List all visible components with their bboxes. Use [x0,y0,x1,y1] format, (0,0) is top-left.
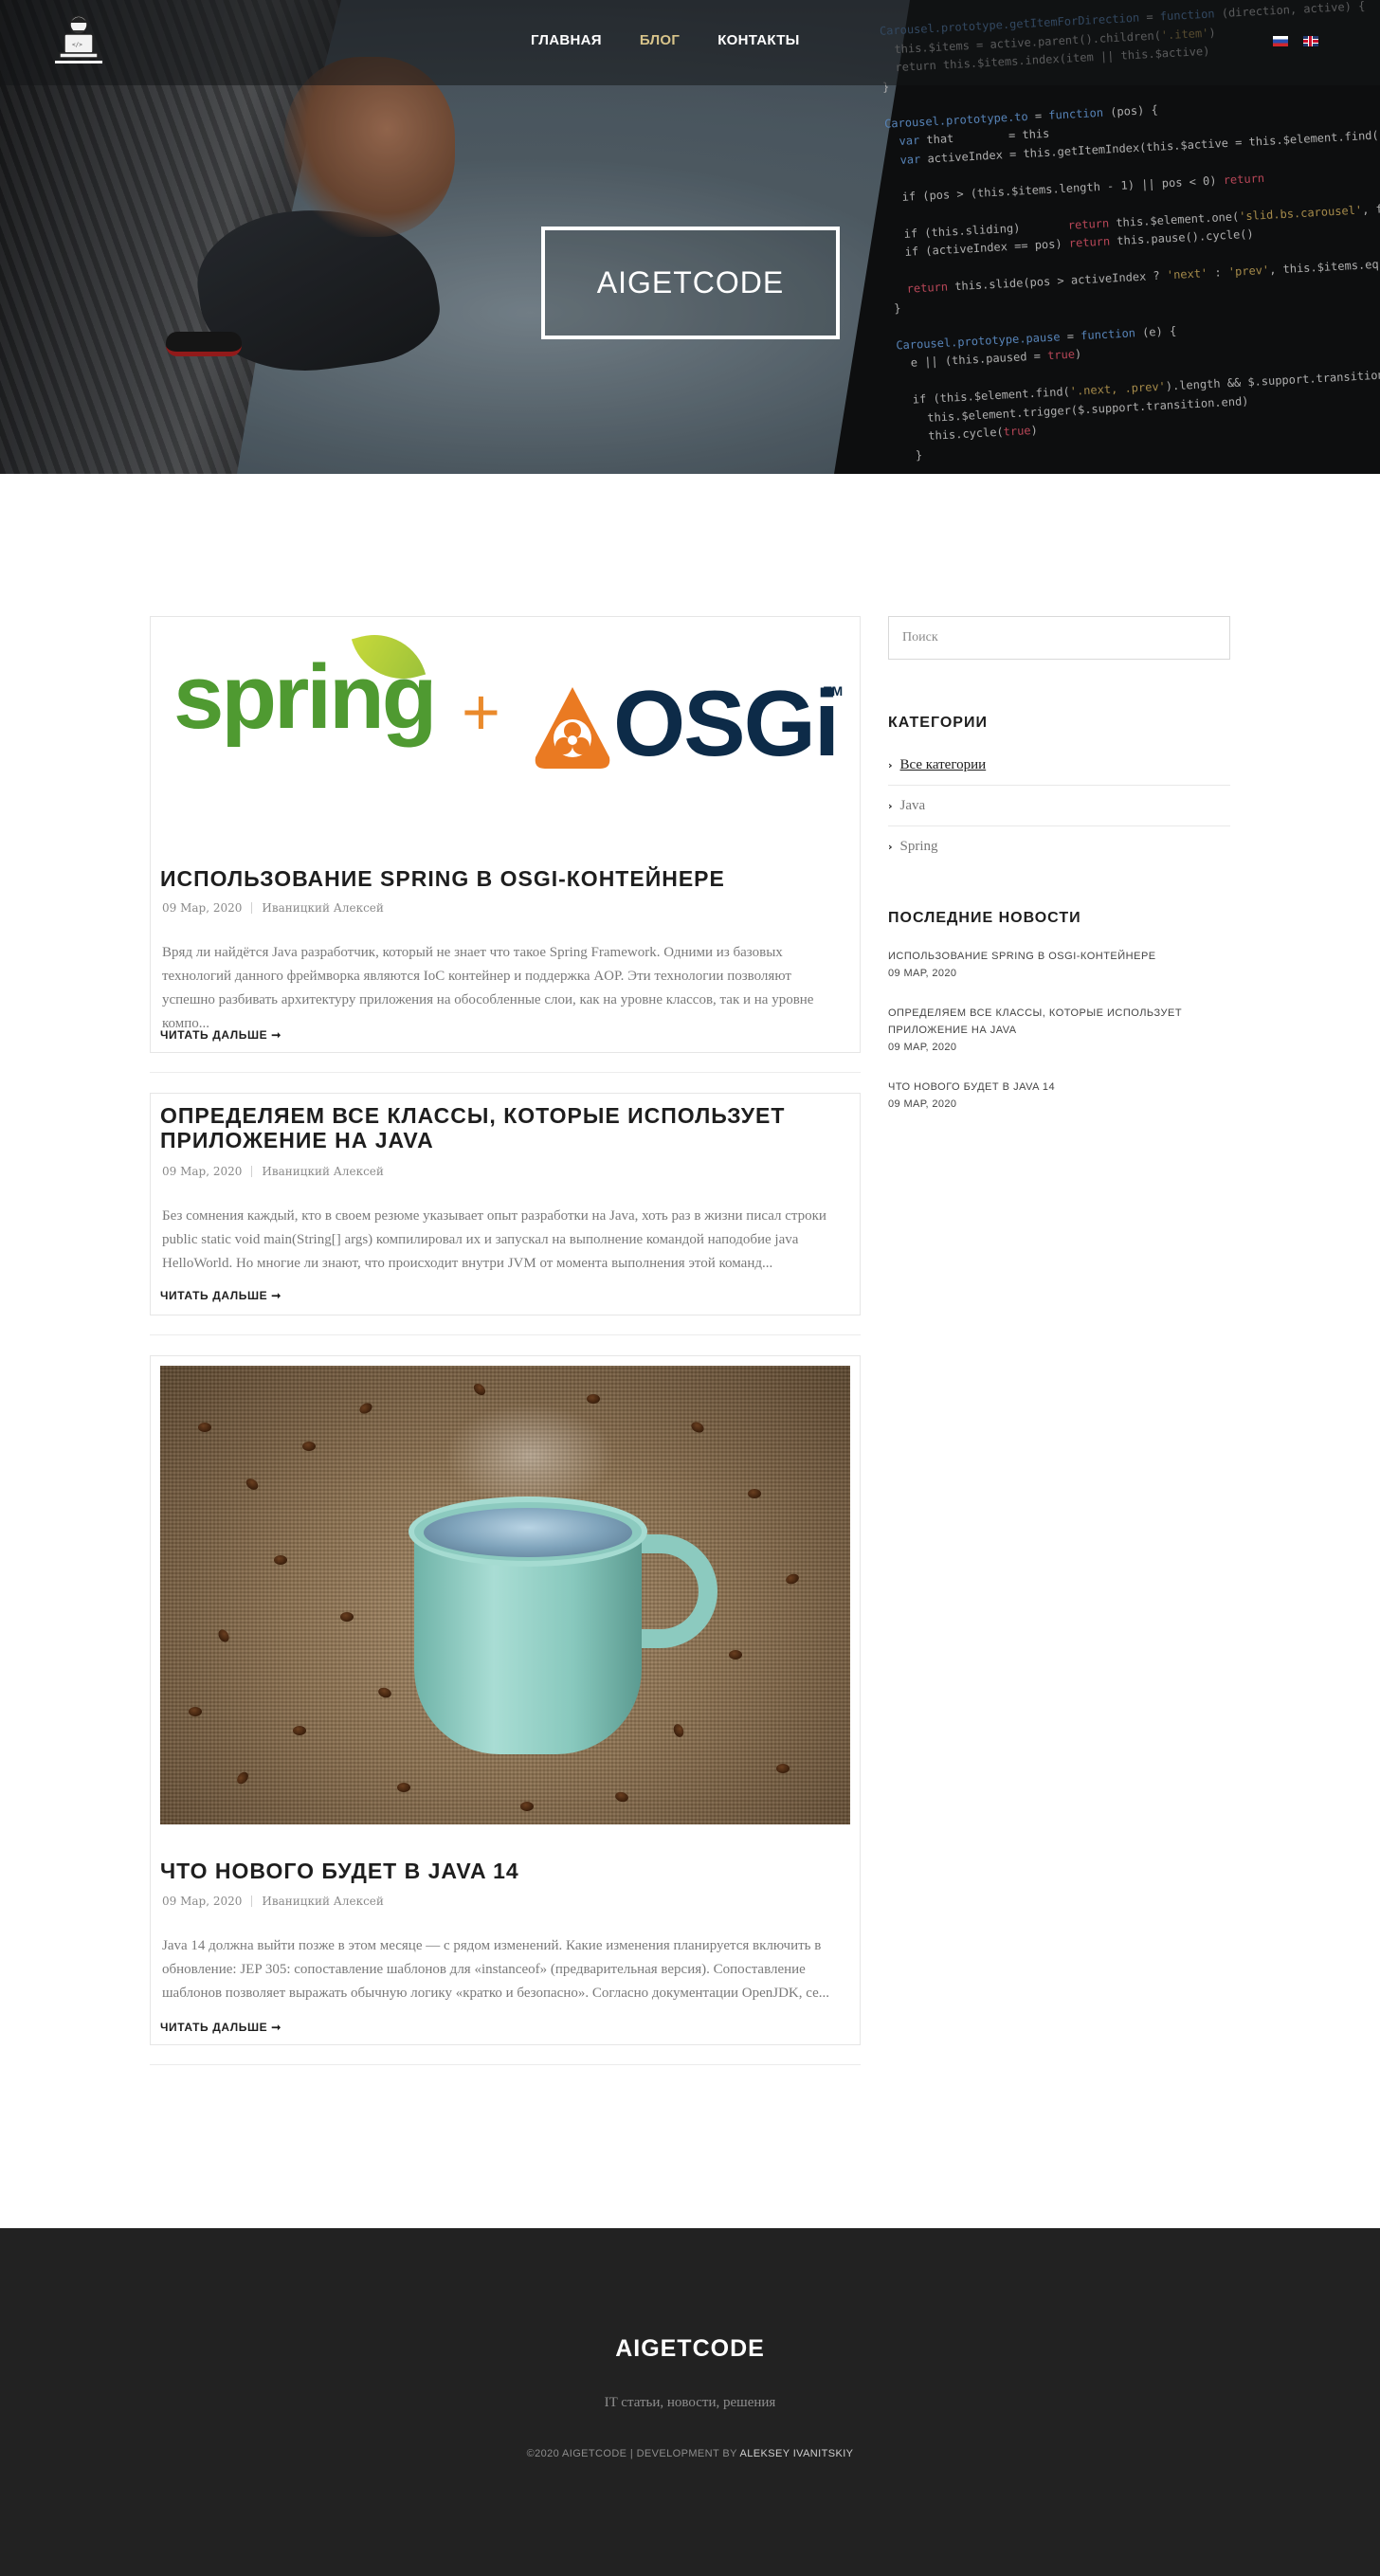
coffee-bean [776,1764,790,1773]
news-item: ОПРЕДЕЛЯЕМ ВСЕ КЛАССЫ, КОТОРЫЕ ИСПОЛЬЗУЕ… [888,1005,1230,1056]
coffee-surface [424,1508,632,1557]
spring-logo-text: spring [173,646,437,748]
ru-flag-icon[interactable] [1273,36,1288,46]
coffee-bean [302,1442,316,1451]
post-card: ЧТО НОВОГО БУДЕТ В JAVA 14 09 Мар, 2020 … [150,1355,861,2045]
news-item: ИСПОЛЬЗОВАНИЕ SPRING В OSGI-КОНТЕЙНЕРЕ 0… [888,948,1230,982]
category-item-all[interactable]: › Все категории [888,745,1230,786]
chevron-right-icon: › [888,799,893,812]
site-footer: AIGETCODE IT статьи, новости, решения ©2… [0,2228,1380,2576]
plus-sign: + [462,675,500,749]
post-card: spring + OSGi TM ИСПОЛЬЗОВАНИЕ SPRING В … [150,616,861,1053]
read-more-link[interactable]: ЧИТАТЬ ДАЛЬШЕ ➞ [160,1289,281,1302]
steam [445,1404,615,1508]
post-meta: 09 Мар, 2020 Иваницкий Алексей [162,1165,384,1178]
coffee-bean [748,1489,761,1498]
news-item-date: 09 МАР, 2020 [888,1098,957,1110]
post-divider [150,2064,861,2065]
search-input[interactable] [888,616,1230,660]
footer-title: AIGETCODE [615,2335,765,2362]
post-author: Иваницкий Алексей [262,1895,384,1908]
hero-title: AIGETCODE [596,265,785,299]
post-excerpt: Java 14 должна выйти позже в этом месяце… [162,1938,829,2001]
post-title[interactable]: ИСПОЛЬЗОВАНИЕ SPRING В OSGI-КОНТЕЙНЕРЕ [160,866,843,891]
hero-title-box: AIGETCODE [541,227,840,339]
post-divider [150,1072,861,1073]
post-meta: 09 Мар, 2020 Иваницкий Алексей [162,901,384,915]
chevron-right-icon: › [888,758,893,771]
news-item-date: 09 МАР, 2020 [888,1042,957,1053]
coffee-bean [293,1726,306,1735]
post-meta: 09 Мар, 2020 Иваницкий Алексей [162,1895,384,1908]
meta-divider [251,902,253,914]
post-card: ОПРЕДЕЛЯЕМ ВСЕ КЛАССЫ, КОТОРЫЕ ИСПОЛЬЗУЕ… [150,1093,861,1315]
categories-list: › Все категории › Java › Spring [888,745,1230,867]
coffee-bean [274,1555,287,1565]
categories-title: КАТЕГОРИИ [888,715,988,731]
post-excerpt: Вряд ли найдётся Java разработчик, котор… [162,945,814,1031]
coffee-bean [729,1650,742,1660]
footer-copyright: ©2020 AIGETCODE | DEVELOPMENT BY ALEKSEY… [0,2448,1380,2459]
category-label: Spring [899,839,938,854]
post-author: Иваницкий Алексей [262,1165,384,1178]
latest-news-title: ПОСЛЕДНИЕ НОВОСТИ [888,910,1081,926]
post-author: Иваницкий Алексей [262,901,384,915]
trademark-mark: TM [824,683,844,698]
osgi-logo-icon [535,687,610,769]
post-date: 09 Мар, 2020 [162,901,243,915]
post-image-spring-osgi[interactable]: spring + OSGi TM [160,621,850,810]
post-date: 09 Мар, 2020 [162,1895,243,1908]
coffee-bean [198,1423,211,1432]
category-item-java[interactable]: › Java [888,786,1230,826]
coffee-bean [340,1612,354,1622]
footer-tagline: IT статьи, новости, решения [604,2395,776,2410]
post-date: 09 Мар, 2020 [162,1165,243,1178]
nav-home[interactable]: ГЛАВНАЯ [531,32,602,48]
news-item: ЧТО НОВОГО БУДЕТ В JAVA 14 09 МАР, 2020 [888,1079,1230,1113]
coffee-bean [189,1707,202,1716]
en-flag-icon[interactable] [1303,36,1318,46]
coffee-bean [397,1783,410,1792]
meta-divider [251,1166,253,1177]
post-image-coffee[interactable] [160,1366,850,1824]
coffee-bean [520,1802,534,1811]
language-switcher [1273,36,1318,46]
category-label: Все категории [899,756,987,772]
post-title[interactable]: ОПРЕДЕЛЯЕМ ВСЕ КЛАССЫ, КОТОРЫЕ ИСПОЛЬЗУЕ… [160,1103,843,1152]
developer-link[interactable]: ALEKSEY IVANITSKIY [740,2448,854,2459]
chevron-right-icon: › [888,841,893,853]
main-nav: ГЛАВНАЯ БЛОГ КОНТАКТЫ [531,32,800,48]
svg-text:</>: </> [72,42,82,48]
coffee-bean [587,1394,600,1404]
meta-divider [251,1896,253,1907]
news-item-title[interactable]: ЧТО НОВОГО БУДЕТ В JAVA 14 [888,1079,1230,1096]
sidebar: КАТЕГОРИИ › Все категории › Java › Sprin… [888,616,1230,1113]
osgi-logo-text: OSGi [613,671,840,775]
post-divider [150,1334,861,1335]
nav-contacts[interactable]: КОНТАКТЫ [717,32,799,48]
post-title[interactable]: ЧТО НОВОГО БУДЕТ В JAVA 14 [160,1859,843,1883]
top-navbar: </> ГЛАВНАЯ БЛОГ КОНТАКТЫ [0,0,1380,85]
category-item-spring[interactable]: › Spring [888,826,1230,867]
site-logo[interactable]: </> [47,11,110,74]
copyright-text: ©2020 AIGETCODE | DEVELOPMENT BY [526,2448,737,2459]
hero-banner: Carousel.prototype.getItemForDirection =… [0,0,1380,474]
category-label: Java [899,797,926,813]
latest-news-list: ИСПОЛЬЗОВАНИЕ SPRING В OSGI-КОНТЕЙНЕРЕ 0… [888,948,1230,1113]
news-item-title[interactable]: ИСПОЛЬЗОВАНИЕ SPRING В OSGI-КОНТЕЙНЕРЕ [888,948,1230,965]
post-excerpt: Без сомнения каждый, кто в своем резюме … [162,1208,826,1271]
news-item-date: 09 МАР, 2020 [888,968,957,979]
read-more-link[interactable]: ЧИТАТЬ ДАЛЬШЕ ➞ [160,2021,281,2034]
read-more-link[interactable]: ЧИТАТЬ ДАЛЬШЕ ➞ [160,1028,281,1042]
nav-blog[interactable]: БЛОГ [640,32,680,48]
news-item-title[interactable]: ОПРЕДЕЛЯЕМ ВСЕ КЛАССЫ, КОТОРЫЕ ИСПОЛЬЗУЕ… [888,1005,1230,1039]
